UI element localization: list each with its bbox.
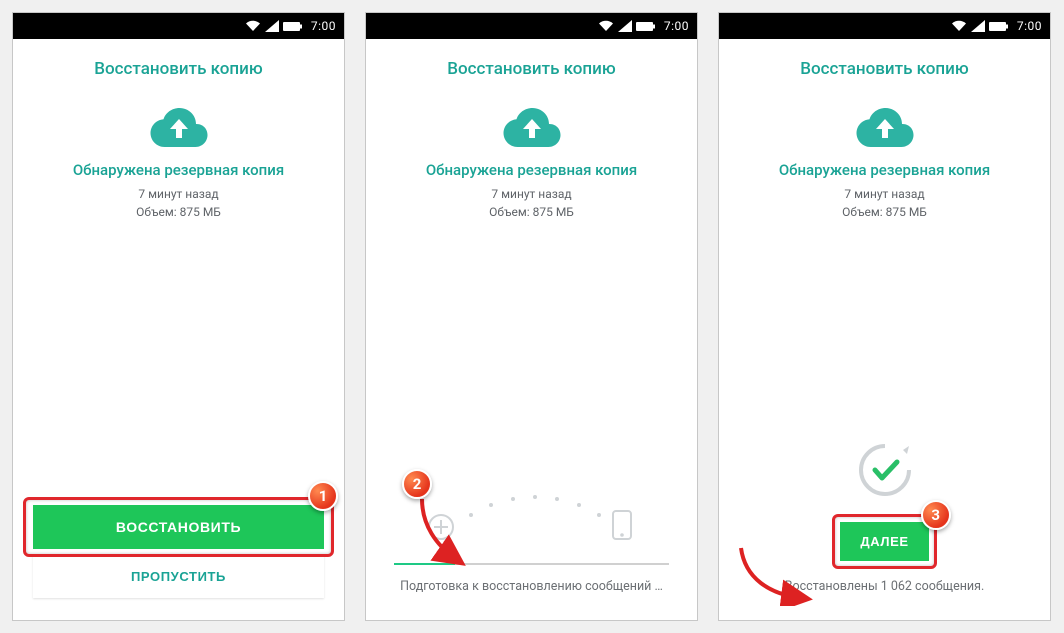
progress-status-text: Подготовка к восстановлению сообщений … — [366, 579, 697, 620]
status-bar: 7:00 — [719, 13, 1050, 39]
callout-badge-1: 1 — [308, 481, 338, 511]
cloud-upload-icon — [13, 91, 344, 157]
wifi-icon — [951, 20, 967, 32]
cloud-upload-icon — [366, 91, 697, 157]
backup-size: Объем: 875 МБ — [13, 203, 344, 221]
status-bar: 7:00 — [13, 13, 344, 39]
signal-icon — [618, 20, 632, 32]
success-check-icon — [719, 440, 1050, 522]
restore-button[interactable]: ВОССТАНОВИТЬ — [33, 505, 324, 549]
backup-found-heading: Обнаружена резервная копия — [13, 157, 344, 185]
backup-time-ago: 7 минут назад — [366, 185, 697, 203]
screen-title: Восстановить копию — [719, 39, 1050, 91]
callout-badge-2: 2 — [402, 469, 432, 499]
phone-screen-2: 7:00 Восстановить копию Обнаружена резер… — [365, 12, 698, 621]
callout-badge-3: 3 — [921, 500, 951, 530]
skip-button[interactable]: ПРОПУСТИТЬ — [33, 555, 324, 598]
progress-bar — [394, 563, 669, 565]
battery-icon — [636, 21, 656, 32]
wifi-icon — [245, 20, 261, 32]
phone-screen-1: 7:00 Восстановить копию Обнаружена резер… — [12, 12, 345, 621]
next-button[interactable]: ДАЛЕЕ — [840, 522, 928, 561]
wifi-icon — [598, 20, 614, 32]
backup-size: Объем: 875 МБ — [719, 203, 1050, 221]
backup-found-heading: Обнаружена резервная копия — [366, 157, 697, 185]
battery-icon — [283, 21, 303, 32]
phone-screen-3: 7:00 Восстановить копию Обнаружена резер… — [718, 12, 1051, 621]
clock-text: 7:00 — [1017, 19, 1042, 33]
signal-icon — [971, 20, 985, 32]
screen-title: Восстановить копию — [366, 39, 697, 91]
backup-time-ago: 7 минут назад — [13, 185, 344, 203]
backup-found-heading: Обнаружена резервная копия — [719, 157, 1050, 185]
restored-count-text: Восстановлены 1 062 сообщения. — [719, 561, 1050, 620]
clock-text: 7:00 — [311, 19, 336, 33]
signal-icon — [265, 20, 279, 32]
status-bar: 7:00 — [366, 13, 697, 39]
screen-title: Восстановить копию — [13, 39, 344, 91]
battery-icon — [989, 21, 1009, 32]
cloud-upload-icon — [719, 91, 1050, 157]
clock-text: 7:00 — [664, 19, 689, 33]
backup-time-ago: 7 минут назад — [719, 185, 1050, 203]
backup-size: Объем: 875 МБ — [366, 203, 697, 221]
